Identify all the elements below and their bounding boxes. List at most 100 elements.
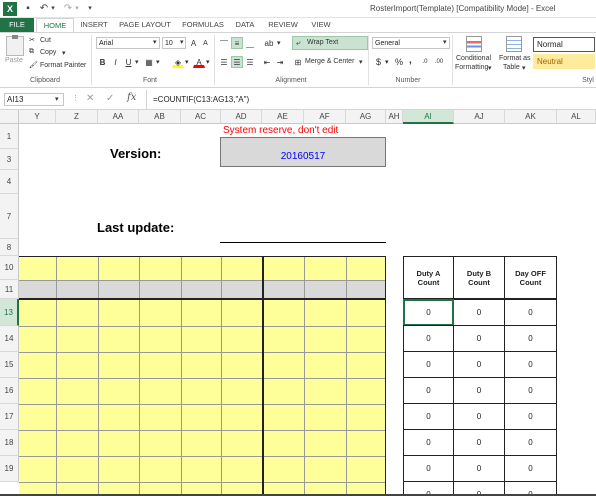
paste-button[interactable]: Paste	[5, 57, 23, 64]
cut-button[interactable]: Cut	[40, 37, 51, 44]
redo-dropdown-icon[interactable]: ▾	[73, 3, 81, 15]
wrap-text-label: Wrap Text	[307, 39, 339, 46]
count-cell-aj[interactable]: 0	[454, 455, 505, 482]
save-icon[interactable]: ▪	[22, 3, 34, 15]
copy-button[interactable]: Copy	[40, 49, 56, 56]
paste-icon[interactable]	[6, 35, 24, 56]
count-cell-ak[interactable]: 0	[505, 429, 557, 456]
tab-formulas[interactable]: FORMULAS	[178, 18, 228, 32]
align-middle-icon[interactable]: ≡	[231, 37, 243, 49]
tab-review[interactable]: REVIEW	[262, 18, 304, 32]
tab-view[interactable]: VIEW	[306, 18, 336, 32]
decrease-font-icon[interactable]: A	[200, 37, 211, 49]
insert-function-icon[interactable]: fx	[127, 92, 136, 103]
format-as-table-icon[interactable]	[506, 36, 522, 52]
copy-dropdown-icon[interactable]: ▾	[62, 49, 66, 57]
count-cell-ai[interactable]: 0	[403, 351, 454, 378]
format-as-table-button[interactable]: Format as	[499, 55, 531, 62]
count-cell-ak[interactable]: 0	[505, 325, 557, 352]
merge-center-dropdown-icon[interactable]: ▾	[359, 58, 363, 66]
formula-text: =COUNTIF(C13:AG13,"A")	[153, 95, 250, 104]
conditional-formatting-sub[interactable]: Formatting	[455, 64, 488, 71]
count-cell-ak[interactable]: 0	[505, 403, 557, 430]
percent-button[interactable]: %	[395, 57, 403, 67]
count-cell-ai[interactable]: 0	[403, 299, 454, 326]
count-cell-aj[interactable]: 0	[454, 299, 505, 326]
merge-center-button[interactable]: Merge & Center	[305, 58, 354, 65]
align-right-icon[interactable]: ☰	[244, 56, 256, 68]
currency-button[interactable]: $	[376, 57, 381, 67]
conditional-formatting-dropdown-icon[interactable]: ▾	[488, 64, 492, 72]
font-color-dropdown-icon[interactable]: ▾	[206, 58, 210, 66]
bold-button[interactable]: B	[97, 56, 108, 68]
count-cell-ai[interactable]: 0	[403, 455, 454, 482]
align-top-icon[interactable]: ⎺	[218, 37, 230, 49]
currency-dropdown-icon[interactable]: ▾	[385, 58, 389, 66]
font-name-select[interactable]: Arial	[96, 37, 160, 49]
group-divider	[368, 35, 369, 85]
increase-decimal-icon[interactable]: .0	[419, 56, 431, 68]
count-cell-aj[interactable]: 0	[454, 351, 505, 378]
merge-center-icon: ⊞	[294, 58, 302, 67]
undo-dropdown-icon[interactable]: ▾	[49, 3, 57, 15]
count-cell-ai[interactable]: 0	[403, 377, 454, 404]
tab-file[interactable]: FILE	[0, 18, 34, 32]
cut-icon: ✂	[29, 37, 35, 44]
count-cell-aj[interactable]: 0	[454, 429, 505, 456]
count-cell-ak[interactable]: 0	[505, 455, 557, 482]
orientation-dropdown-icon[interactable]: ▾	[277, 39, 281, 47]
format-as-table-dropdown-icon[interactable]: ▾	[522, 64, 526, 72]
count-cell-ai[interactable]: 0	[403, 429, 454, 456]
format-painter-button[interactable]: Format Painter	[40, 62, 86, 69]
count-cell-ai[interactable]: 0	[403, 403, 454, 430]
formula-input[interactable]: =COUNTIF(C13:AG13,"A")	[146, 90, 596, 109]
alignment-group-label: Alignment	[275, 77, 307, 84]
format-as-table-sub[interactable]: Table	[503, 64, 520, 71]
underline-dropdown-icon[interactable]: ▾	[135, 58, 139, 66]
worksheet[interactable]: Y Z AA AB AC AD AE AF AG AH AI AJ AK AL 1 3 4 7 8 10 11 13 14…	[0, 110, 596, 496]
name-box-dropdown-icon[interactable]: ▾	[55, 95, 59, 103]
font-size-dropdown-icon[interactable]: ▾	[180, 38, 184, 46]
align-left-icon[interactable]: ☰	[218, 56, 230, 68]
font-group-label: Font	[142, 77, 157, 84]
conditional-formatting-icon[interactable]	[466, 36, 482, 52]
conditional-formatting-button[interactable]: Conditional	[456, 55, 491, 62]
enter-icon[interactable]: ✓	[106, 93, 114, 104]
italic-button[interactable]: I	[110, 56, 121, 68]
wrap-text-button[interactable]: ⤶ Wrap Text	[292, 36, 368, 50]
underline-button[interactable]: U	[123, 56, 134, 68]
count-cell-ak[interactable]: 0	[505, 299, 557, 326]
tab-insert[interactable]: INSERT	[76, 18, 112, 32]
decrease-indent-icon[interactable]: ⇤	[261, 56, 273, 68]
align-bottom-icon[interactable]: ⎽	[244, 37, 256, 49]
align-center-icon[interactable]: ☰	[231, 56, 243, 68]
orientation-icon[interactable]: ab	[262, 37, 276, 49]
number-format-select[interactable]: General	[372, 37, 450, 49]
count-cell-ak[interactable]: 0	[505, 377, 557, 404]
style-neutral[interactable]: Neutral	[533, 54, 595, 69]
count-cell-ak[interactable]: 0	[505, 351, 557, 378]
increase-indent-icon[interactable]: ⇥	[274, 56, 286, 68]
style-normal[interactable]: Normal	[533, 37, 595, 52]
count-cell-ai[interactable]: 0	[403, 325, 454, 352]
fill-color-dropdown-icon[interactable]: ▾	[185, 58, 189, 66]
borders-dropdown-icon[interactable]: ▾	[156, 58, 160, 66]
cancel-icon[interactable]: ✕	[86, 93, 94, 104]
count-cell-aj[interactable]: 0	[454, 325, 505, 352]
fill-color-icon[interactable]: ◈	[172, 56, 184, 68]
formula-bar-splitter-icon[interactable]: ⋮	[72, 94, 79, 102]
comma-button[interactable]: ,	[409, 55, 412, 66]
tab-data[interactable]: DATA	[230, 18, 260, 32]
title-bar: X ▪ ↶ ▾ ↷ ▾ ▾ RosterImport(Template) [Co…	[0, 0, 596, 18]
increase-font-icon[interactable]: A	[188, 37, 199, 49]
customize-qat-icon[interactable]: ▾	[86, 3, 94, 15]
font-name-dropdown-icon[interactable]: ▾	[153, 38, 157, 46]
number-format-dropdown-icon[interactable]: ▾	[443, 38, 447, 46]
tab-home[interactable]: HOME	[36, 18, 74, 32]
decrease-decimal-icon[interactable]: .00	[433, 56, 445, 68]
count-cell-aj[interactable]: 0	[454, 377, 505, 404]
tab-page-layout[interactable]: PAGE LAYOUT	[114, 18, 176, 32]
borders-icon[interactable]: ▦	[143, 56, 155, 68]
count-cell-aj[interactable]: 0	[454, 403, 505, 430]
font-color-icon[interactable]: A	[193, 56, 205, 68]
